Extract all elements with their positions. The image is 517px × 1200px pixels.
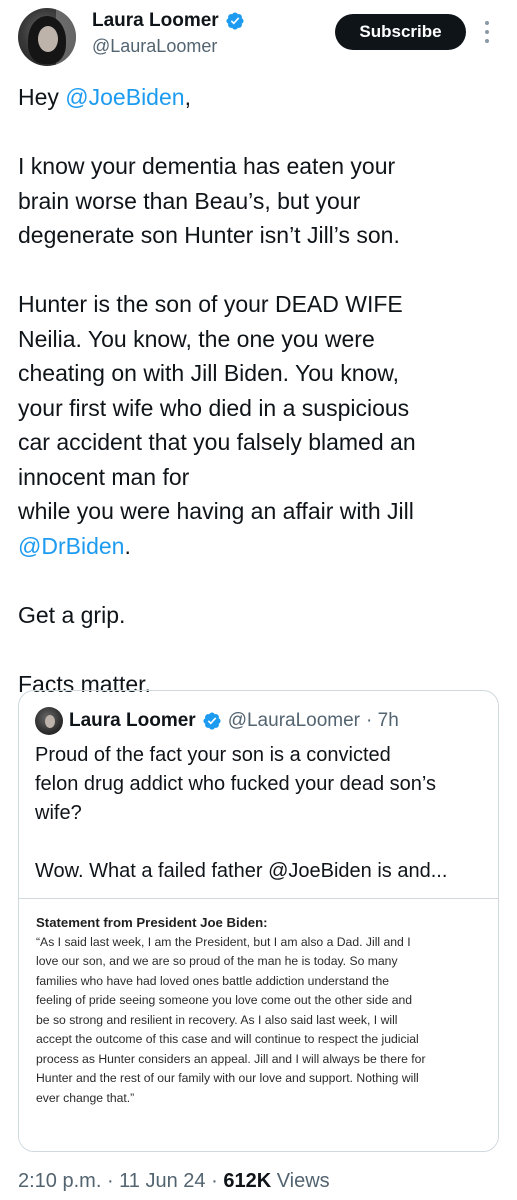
quoted-tweet-time: · 7h bbox=[366, 710, 399, 731]
quoted-tweet-card[interactable]: Laura Loomer @LauraLoomer · 7h Proud of … bbox=[18, 690, 499, 1152]
tweet-metadata: 2:10 p.m. · 11 Jun 24 · 612K Views bbox=[18, 1170, 330, 1193]
quoted-text-line: Wow. What a failed father @JoeBiden is a… bbox=[35, 860, 448, 882]
views-count: 612K bbox=[223, 1170, 272, 1192]
author-avatar[interactable] bbox=[18, 8, 76, 66]
statement-content: Statement from President Joe Biden: “As … bbox=[36, 913, 486, 1108]
statement-line: love our son, and we are so proud of the… bbox=[36, 954, 398, 968]
paragraph-line: I know your dementia has eaten your bbox=[18, 153, 396, 179]
greeting-line: Hey @JoeBiden, bbox=[18, 80, 498, 115]
verified-badge-icon bbox=[226, 12, 244, 30]
statement-title: Statement from President Joe Biden: bbox=[36, 915, 268, 930]
closing-line-grip: Get a grip. bbox=[18, 601, 126, 628]
quoted-author-name: Laura Loomer bbox=[69, 710, 196, 731]
quoted-text-line: felon drug addict who fucked your dead s… bbox=[35, 773, 437, 795]
statement-line: be so strong and resilient in recovery. … bbox=[36, 1012, 398, 1027]
tweet-text: Hey @JoeBiden, I know your dementia has … bbox=[18, 80, 498, 701]
quoted-author-avatar bbox=[35, 707, 63, 735]
statement-line: Hunter and the rest of our family with o… bbox=[36, 1071, 419, 1085]
statement-line: “As I said last week, I am the President… bbox=[36, 934, 411, 949]
paragraph-line: degenerate son Hunter isn’t Jill’s son. bbox=[18, 222, 400, 248]
statement-line: accept the outcome of this case and will… bbox=[36, 1032, 419, 1046]
paragraph-line: car accident that you falsely blamed an bbox=[18, 429, 416, 455]
quoted-tweet-header: Laura Loomer @LauraLoomer · 7h bbox=[35, 707, 399, 735]
separator: · bbox=[205, 1170, 224, 1192]
paragraph-line: brain worse than Beau’s, but your bbox=[18, 187, 361, 214]
paragraph-line: while you were having an affair with Jil… bbox=[18, 498, 414, 524]
mention-joebiden-link[interactable]: @JoeBiden bbox=[65, 84, 184, 110]
statement-line: families who have had loved ones battle … bbox=[36, 973, 389, 988]
mention-line: @DrBiden. bbox=[18, 529, 498, 564]
quoted-text-line: Proud of the fact your son is a convicte… bbox=[35, 744, 391, 766]
author-display-name[interactable]: Laura Loomer bbox=[92, 10, 219, 32]
quoted-author-handle: @LauraLoomer bbox=[227, 710, 361, 731]
greeting-prefix: Hey bbox=[18, 84, 66, 110]
statement-line: feeling of pride seeing someone you love… bbox=[36, 993, 413, 1007]
paragraph-line: innocent man for bbox=[18, 463, 190, 490]
post-time[interactable]: 2:10 p.m. bbox=[18, 1170, 101, 1192]
post-date[interactable]: 11 Jun 24 bbox=[119, 1170, 205, 1192]
mention-suffix: . bbox=[124, 532, 131, 559]
subscribe-button[interactable]: Subscribe bbox=[335, 14, 466, 50]
author-name-row[interactable]: Laura Loomer bbox=[92, 10, 245, 32]
verified-badge-icon bbox=[203, 712, 221, 730]
author-handle[interactable]: @LauraLoomer bbox=[92, 36, 217, 57]
tweet-header: Laura Loomer @LauraLoomer Subscribe bbox=[0, 0, 517, 80]
views-label: Views bbox=[271, 1170, 330, 1192]
paragraph-line: your first wife who died in a suspicious bbox=[18, 394, 410, 421]
statement-image[interactable]: Statement from President Joe Biden: “As … bbox=[19, 898, 498, 1151]
separator: · bbox=[101, 1170, 120, 1192]
paragraph-line: Hunter is the son of your DEAD WIFE bbox=[18, 291, 403, 317]
greeting-suffix: , bbox=[184, 84, 191, 110]
quoted-text-line: wife? bbox=[35, 802, 82, 824]
mention-drbiden-link[interactable]: @DrBiden bbox=[18, 533, 124, 559]
statement-line: process as Hunter considers an appeal. J… bbox=[36, 1051, 426, 1066]
quoted-tweet-text: Proud of the fact your son is a convicte… bbox=[35, 741, 490, 886]
paragraph-line: Neilia. You know, the one you were bbox=[18, 325, 375, 352]
statement-line: ever change that.” bbox=[36, 1090, 135, 1105]
paragraph-line: cheating on with Jill Biden. You know, bbox=[18, 360, 400, 386]
vertical-ellipsis-icon[interactable] bbox=[480, 18, 494, 46]
